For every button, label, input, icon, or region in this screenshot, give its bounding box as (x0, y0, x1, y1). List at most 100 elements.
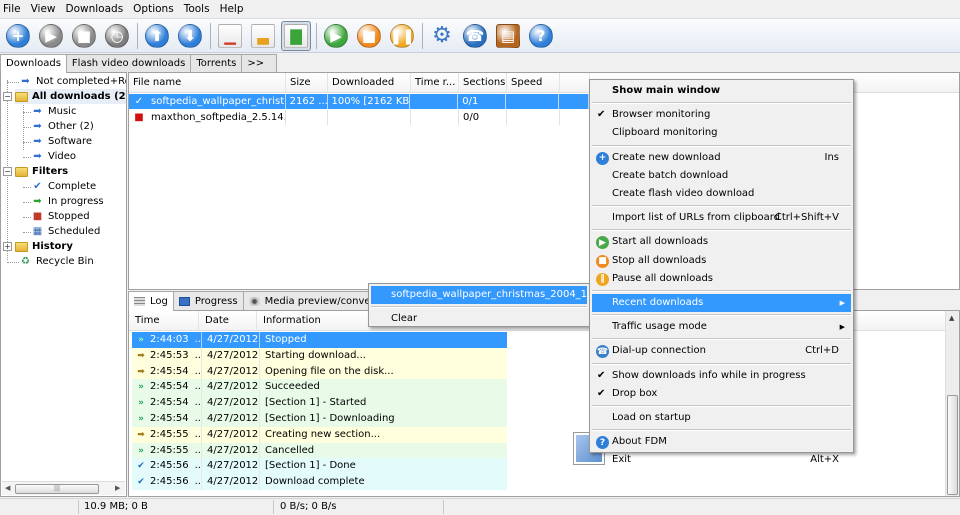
expand-toggle[interactable]: + (3, 242, 12, 251)
move-down-button[interactable]: ⬇ (175, 21, 205, 51)
tree-item-history[interactable]: History (15, 239, 73, 254)
start-all-button[interactable]: ▶ (321, 21, 351, 51)
tab-media-preview[interactable]: Media preview/convert (242, 291, 385, 310)
tree-item-recycle-bin[interactable]: ♻ Recycle Bin (19, 254, 94, 269)
tree-item-software[interactable]: ➡ Software (31, 134, 92, 149)
menu-item-create-flash-video-download[interactable]: Create flash video download (592, 185, 851, 203)
traffic-medium-button[interactable]: ▃ (248, 21, 278, 51)
download-row[interactable]: ■ maxthon_softpedia_2.5.14.2 ... 0/0 (129, 110, 590, 125)
scroll-left-icon[interactable]: ◀ (5, 484, 10, 492)
start-button[interactable]: ▶ (36, 21, 66, 51)
log-row[interactable]: » 2:44:03...4/27/2012 Stopped (132, 332, 507, 348)
menu-file[interactable]: File (0, 0, 26, 18)
tree-item-complete[interactable]: ✔ Complete (31, 179, 96, 194)
cell-name: ■ maxthon_softpedia_2.5.14.2 ... (129, 110, 286, 125)
scroll-right-icon[interactable]: ▶ (115, 484, 120, 492)
tree-item-in-progress[interactable]: ➡ In progress (31, 194, 103, 209)
scroll-up-icon[interactable]: ▲ (949, 314, 954, 322)
tab-progress[interactable]: Progress (172, 291, 244, 310)
menu-item-pause-all-downloads[interactable]: ‖ Pause all downloads (592, 270, 851, 288)
menu-item-browser-monitoring[interactable]: ✔ Browser monitoring (592, 106, 851, 124)
tree-item-other-2[interactable]: ➡ Other (2) (31, 119, 93, 134)
scheduler-button[interactable]: ◷ (102, 21, 132, 51)
tab-flash-video-downloads[interactable]: Flash video downloads (65, 54, 192, 72)
traffic-high-button[interactable]: ▇ (281, 20, 311, 51)
log-row[interactable]: » 2:45:54...4/27/2012 Succeeded (132, 379, 507, 396)
tree-item-not-completed-rec[interactable]: ➡ Not completed+Rec (19, 74, 126, 89)
menu-item-softpedia-wallpaper-christmas-2004-1-rar[interactable]: softpedia_wallpaper_christmas_2004_1.rar (371, 286, 605, 304)
log-column-time[interactable]: Time (129, 311, 199, 331)
expand-toggle[interactable]: − (3, 92, 12, 101)
menu-item-dial-up-connection[interactable]: ☎ Dial-up connection Ctrl+D (592, 342, 851, 360)
log-information: Opening file on the disk... (265, 365, 394, 377)
menu-item-clear[interactable]: Clear (371, 310, 587, 328)
log-row[interactable]: ✔ 2:45:56...4/27/2012 [Section 1] - Done (132, 458, 507, 475)
log-row[interactable]: ➡ 2:45:54...4/27/2012 Opening file on the … (132, 363, 507, 380)
move-up-button[interactable]: ⬆ (142, 21, 172, 51)
column-size[interactable]: Size (286, 73, 328, 93)
menu-item-clipboard-monitoring[interactable]: Clipboard monitoring (592, 124, 851, 142)
site-manager-button[interactable]: ▤ (493, 21, 523, 51)
scrollbar-thumb[interactable]: ||| (15, 484, 99, 494)
column-file-name[interactable]: File name (129, 73, 286, 93)
menu-tools[interactable]: Tools (179, 0, 215, 18)
tab-log[interactable]: Log (128, 291, 174, 311)
tree-item-stopped[interactable]: ■ Stopped (31, 209, 90, 224)
dialup-button[interactable]: ☎ (460, 21, 490, 51)
menu-view[interactable]: View (26, 0, 61, 18)
arrow-down-icon: ⬇ (178, 23, 202, 48)
expand-toggle[interactable]: − (3, 167, 12, 176)
create-download-button[interactable]: + (3, 21, 33, 51)
stop-all-button[interactable]: ■ (354, 21, 384, 51)
log-row[interactable]: » 2:45:55...4/27/2012 Cancelled (132, 442, 507, 459)
tree-item-video[interactable]: ➡ Video (31, 149, 76, 164)
menu-downloads[interactable]: Downloads (61, 0, 129, 18)
tree-line (7, 262, 19, 263)
menu-item-start-all-downloads[interactable]: ▶ Start all downloads (592, 233, 851, 251)
tab-downloads[interactable]: Downloads (0, 54, 67, 73)
menu-item-show-downloads-info-while-in-progress[interactable]: ✔ Show downloads info while in progress (592, 367, 851, 385)
log-row[interactable]: ➡ 2:45:55...4/27/2012 Creating new section… (132, 426, 507, 443)
menu-item-import-list-of-urls-from-clipboard[interactable]: Import list of URLs from clipboard Ctrl+S… (592, 209, 851, 227)
log-vertical-scrollbar[interactable]: ▲ (945, 311, 959, 496)
tab-more[interactable]: >> (241, 54, 278, 72)
pause-all-button[interactable]: ❚❚ (387, 21, 417, 51)
tree-item-all-downloads-2[interactable]: All downloads (2) (15, 89, 126, 104)
menu-item-recent-downloads[interactable]: Recent downloads ▶ (592, 294, 851, 312)
tab-torrents[interactable]: Torrents (190, 54, 243, 72)
menu-item-traffic-usage-mode[interactable]: Traffic usage mode ▶ (592, 318, 851, 336)
log-row[interactable]: ➡ 2:45:53...4/27/2012 Starting download... (132, 347, 507, 364)
column-downloaded[interactable]: Downloaded (328, 73, 411, 93)
menu-item-drop-box[interactable]: ✔ Drop box (592, 385, 851, 403)
folder-icon (15, 241, 28, 252)
scrollbar-thumb[interactable] (947, 395, 958, 495)
tree-item-music[interactable]: ➡ Music (31, 104, 76, 119)
settings-button[interactable]: ⚙ (427, 21, 457, 51)
download-row[interactable]: ✓ softpedia_wallpaper_christn ...2162 ...… (129, 94, 589, 109)
menu-item-load-on-startup[interactable]: Load on startup (592, 409, 851, 427)
menu-item-show-main-window[interactable]: Show main window (592, 82, 851, 100)
log-column-date[interactable]: Date (199, 311, 257, 331)
log-row[interactable]: » 2:45:54...4/27/2012 [Section 1] - Starte… (132, 395, 507, 411)
help-button[interactable]: ? (526, 21, 556, 51)
column-time-remaining[interactable]: Time r... (411, 73, 459, 93)
menu-item-create-new-download[interactable]: + Create new download Ins (592, 149, 851, 167)
tree-item-scheduled[interactable]: ▦ Scheduled (31, 224, 101, 239)
column-sections[interactable]: Sections (459, 73, 507, 93)
menu-options[interactable]: Options (128, 0, 179, 18)
menu-item-exit[interactable]: Exit Alt+X (592, 451, 851, 469)
tree-item-filters[interactable]: Filters (15, 164, 68, 179)
log-row[interactable]: ✔ 2:45:56...4/27/2012 Download complete (132, 474, 507, 490)
log-row[interactable]: » 2:45:54...4/27/2012 [Section 1] - Downlo… (132, 411, 507, 427)
cell-downloaded (328, 110, 411, 125)
menu-help[interactable]: Help (215, 0, 249, 18)
menu-item-stop-all-downloads[interactable]: ■ Stop all downloads (592, 252, 851, 270)
stop-button[interactable]: ■ (69, 21, 99, 51)
column-speed[interactable]: Speed (507, 73, 560, 93)
menu-item-create-batch-download[interactable]: Create batch download (592, 167, 851, 185)
log-information: Cancelled (265, 444, 315, 456)
cell-size (286, 110, 328, 125)
menu-item-about-fdm[interactable]: ? About FDM (592, 433, 851, 451)
traffic-low-button[interactable]: ▁ (215, 21, 245, 51)
sidebar-horizontal-scrollbar[interactable]: ◀ ||| ▶ (2, 481, 125, 495)
